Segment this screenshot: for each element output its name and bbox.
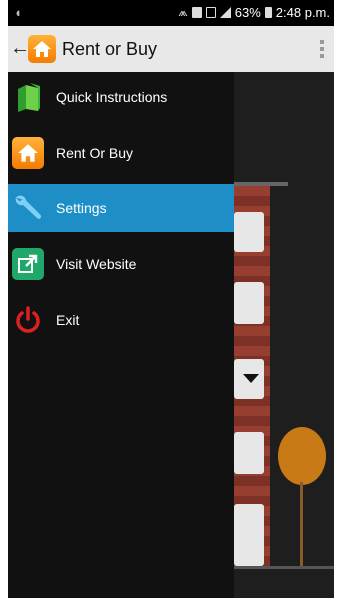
overflow-menu-icon[interactable] <box>320 40 324 61</box>
back-arrow-icon[interactable]: ← <box>10 36 30 60</box>
sim-icon <box>191 7 202 18</box>
drawer-item-label: Rent Or Buy <box>56 145 134 161</box>
wifi-icon: ⩕ <box>178 5 188 19</box>
wrench-icon <box>12 192 44 224</box>
door <box>234 504 264 566</box>
drawer-item-quick-instructions[interactable]: Quick Instructions <box>8 73 234 121</box>
battery-icon <box>264 7 272 18</box>
phone-screen: ◖ ⩕ 63% 2:48 p.m. ← Rent or Buy Quick In… <box>8 0 334 598</box>
book-icon <box>12 81 44 113</box>
drawer-item-label: Visit Website <box>56 256 137 272</box>
drawer-item-label: Settings <box>56 200 107 216</box>
drawer-item-label: Quick Instructions <box>56 89 168 105</box>
window <box>234 282 264 324</box>
signal-icon <box>219 7 231 18</box>
battery-percent: 63% <box>234 5 261 20</box>
roof-edge <box>234 182 288 186</box>
dropdown-box <box>234 359 264 399</box>
tree-icon <box>278 427 326 485</box>
drawer-item-settings[interactable]: Settings <box>8 184 234 232</box>
drawer-item-visit-website[interactable]: Visit Website <box>8 240 234 288</box>
clock: 2:48 p.m. <box>275 5 330 20</box>
dropdown-arrow-icon <box>243 374 259 383</box>
drawer-item-label: Exit <box>56 312 80 328</box>
navigation-drawer: Quick Instructions Rent Or Buy Settings <box>8 72 234 598</box>
app-house-icon[interactable] <box>28 35 56 63</box>
house-icon <box>12 137 44 169</box>
tree-trunk <box>300 482 303 567</box>
window <box>234 212 264 252</box>
app-title: Rent or Buy <box>62 39 158 59</box>
ground-line <box>234 566 334 569</box>
action-bar: ← Rent or Buy <box>8 26 334 72</box>
drawer-item-exit[interactable]: Exit <box>8 296 234 344</box>
external-link-icon <box>12 248 44 280</box>
drawer-item-rent-or-buy[interactable]: Rent Or Buy <box>8 129 234 177</box>
power-icon <box>12 304 44 336</box>
window <box>234 432 264 474</box>
data-icon <box>205 7 216 18</box>
status-bar: ◖ ⩕ 63% 2:48 p.m. <box>8 0 334 26</box>
sync-icon: ◖ <box>14 5 22 20</box>
